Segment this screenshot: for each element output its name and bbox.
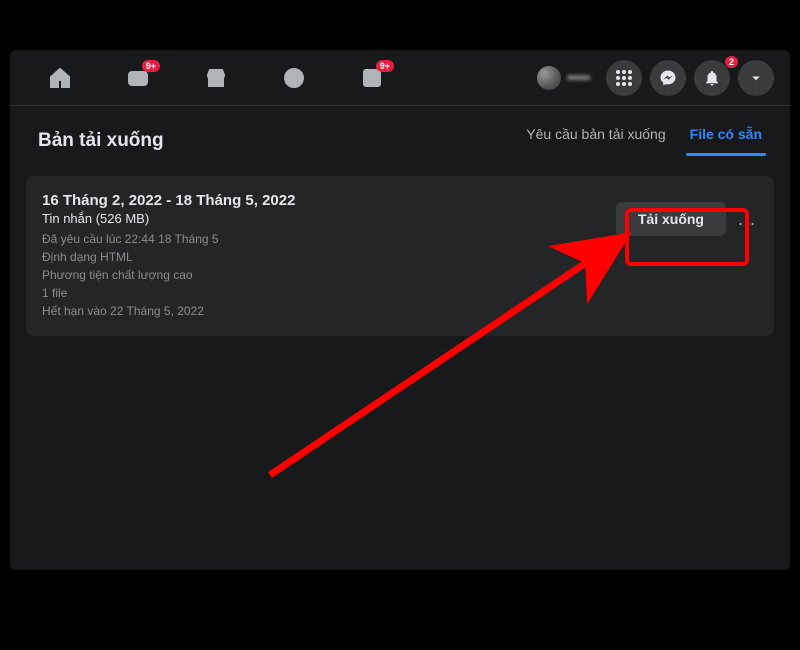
card-actions: Tải xuống ...: [616, 192, 758, 236]
username: •••••: [567, 70, 590, 85]
messenger-icon: [659, 69, 677, 87]
home-icon[interactable]: [46, 64, 74, 92]
messenger-button[interactable]: [650, 60, 686, 96]
nav-left: 9+ 9+: [26, 64, 529, 92]
avatar-icon: [537, 66, 561, 90]
watch-icon[interactable]: 9+: [124, 64, 152, 92]
bell-icon: [703, 69, 721, 87]
profile-link[interactable]: •••••: [529, 62, 598, 94]
card-expiry: Hết hạn vào 22 Tháng 5, 2022: [42, 302, 604, 320]
marketplace-icon[interactable]: [202, 64, 230, 92]
card-files: 1 file: [42, 284, 604, 302]
nav-right: ••••• 2: [529, 60, 774, 96]
more-button[interactable]: ...: [736, 203, 758, 236]
download-button[interactable]: Tải xuống: [616, 202, 726, 236]
download-card: 16 Tháng 2, 2022 - 18 Tháng 5, 2022 Tin …: [26, 176, 774, 336]
groups-icon[interactable]: [280, 64, 308, 92]
menu-button[interactable]: [606, 60, 642, 96]
tab-available[interactable]: File có sẵn: [690, 126, 762, 156]
grid-icon: [616, 70, 632, 86]
header-row: Bản tải xuống Yêu cầu bản tải xuống File…: [26, 106, 774, 170]
gaming-badge: 9+: [376, 60, 394, 73]
content-area: Bản tải xuống Yêu cầu bản tải xuống File…: [10, 106, 790, 336]
page-title: Bản tải xuống: [38, 130, 164, 152]
chevron-down-icon: [747, 69, 765, 87]
gaming-icon[interactable]: 9+: [358, 64, 386, 92]
notifications-button[interactable]: 2: [694, 60, 730, 96]
notif-badge: 2: [725, 56, 738, 69]
card-date-range: 16 Tháng 2, 2022 - 18 Tháng 5, 2022: [42, 192, 604, 209]
card-format: Định dạng HTML: [42, 248, 604, 266]
account-button[interactable]: [738, 60, 774, 96]
card-subtitle: Tin nhắn (526 MB): [42, 211, 604, 226]
watch-badge: 9+: [142, 60, 160, 73]
tab-request[interactable]: Yêu cầu bản tải xuống: [526, 126, 665, 156]
card-info: 16 Tháng 2, 2022 - 18 Tháng 5, 2022 Tin …: [42, 192, 604, 320]
top-navigation: 9+ 9+ •••••: [10, 50, 790, 106]
card-quality: Phương tiện chất lượng cao: [42, 266, 604, 284]
tabs: Yêu cầu bản tải xuống File có sẵn: [526, 126, 762, 156]
card-requested: Đã yêu cầu lúc 22:44 18 Tháng 5: [42, 230, 604, 248]
